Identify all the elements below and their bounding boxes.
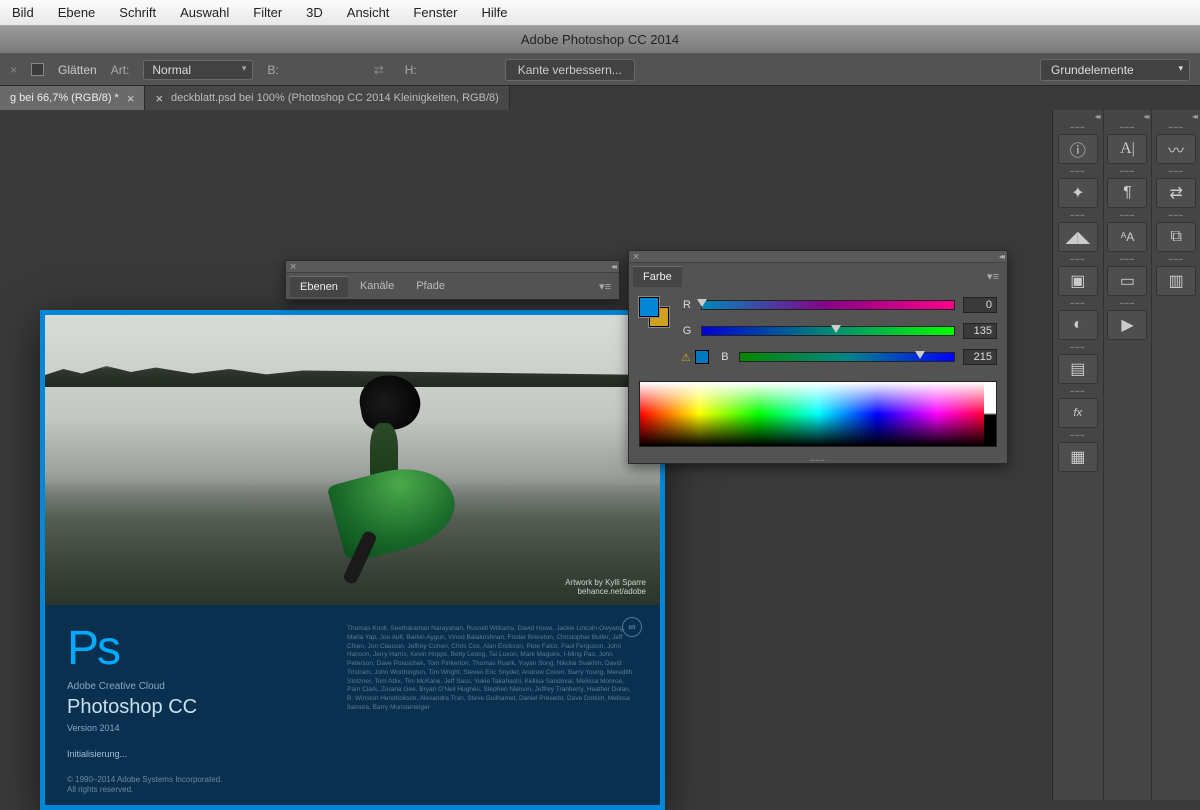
document-tab-1[interactable]: g bei 66,7% (RGB/8) * ×	[0, 86, 145, 110]
g-value[interactable]: 135	[963, 323, 997, 339]
splash-ps-logo: Ps	[67, 625, 317, 673]
brushes-panel-icon[interactable]: 〰	[1156, 134, 1196, 164]
adjustments-panel-icon[interactable]: ◐	[1058, 310, 1098, 340]
close-icon[interactable]: ×	[290, 261, 296, 273]
menu-auswahl[interactable]: Auswahl	[180, 5, 229, 20]
splash-product-name: Photoshop CC	[67, 696, 317, 719]
close-icon[interactable]: ×	[127, 91, 135, 106]
styles-panel-icon[interactable]: fx	[1058, 398, 1098, 428]
app-titlebar: Adobe Photoshop CC 2014	[0, 26, 1200, 54]
app-title: Adobe Photoshop CC 2014	[521, 32, 679, 47]
navigator-panel-icon[interactable]: ✦	[1058, 178, 1098, 208]
menu-fenster[interactable]: Fenster	[413, 5, 457, 20]
tab-farbe[interactable]: Farbe	[633, 266, 682, 287]
menu-bild[interactable]: Bild	[12, 5, 34, 20]
gamut-warning-icon[interactable]: ⚠	[681, 351, 691, 364]
tab-kanaele[interactable]: Kanäle	[350, 276, 404, 296]
tab-ebenen[interactable]: Ebenen	[290, 276, 348, 297]
artwork-credit-1: Artwork by Kylli Sparre	[565, 578, 646, 588]
splash-screen: Artwork by Kylli Sparre behance.net/adob…	[40, 310, 665, 810]
canvas-area: Artwork by Kylli Sparre behance.net/adob…	[0, 110, 1050, 800]
collapse-icon[interactable]: ◂◂	[611, 262, 615, 271]
menu-filter[interactable]: Filter	[253, 5, 282, 20]
glyphs-panel-icon[interactable]: ᴬA	[1107, 222, 1147, 252]
timeline-panel-icon[interactable]: ▥	[1156, 266, 1196, 296]
layers-panel-icon[interactable]: ▭	[1107, 266, 1147, 296]
artwork-credit-2: behance.net/adobe	[565, 587, 646, 597]
splash-credits: Thomas Knoll, Seetharaman Narayanan, Rus…	[347, 625, 637, 785]
close-icon[interactable]: ×	[633, 251, 639, 263]
menu-schrift[interactable]: Schrift	[119, 5, 156, 20]
r-value[interactable]: 0	[963, 297, 997, 313]
splash-cloud-label: Adobe Creative Cloud	[67, 681, 317, 692]
width-label: B:	[267, 63, 278, 77]
gamut-swatch[interactable]	[695, 350, 709, 364]
panel-resize-grip[interactable]	[629, 455, 1007, 463]
menu-hilfe[interactable]: Hilfe	[482, 5, 508, 20]
os-menubar: Bild Ebene Schrift Auswahl Filter 3D Ans…	[0, 0, 1200, 26]
menu-ansicht[interactable]: Ansicht	[347, 5, 390, 20]
antialias-checkbox[interactable]	[31, 63, 44, 76]
height-label: H:	[405, 63, 417, 77]
splash-status: Initialisierung...	[67, 749, 317, 759]
expand-icon[interactable]: ◂◂	[1053, 112, 1103, 124]
color-spectrum[interactable]	[639, 381, 997, 447]
tab-pfade[interactable]: Pfade	[406, 276, 455, 296]
paragraph-panel-icon[interactable]: ¶	[1107, 178, 1147, 208]
actions-panel-icon[interactable]: ▶	[1107, 310, 1147, 340]
swatches-panel-icon[interactable]: ▦	[1058, 442, 1098, 472]
options-bar: × Glätten Art: Normal B: ⇄ H: Kante verb…	[0, 54, 1200, 86]
brush-presets-panel-icon[interactable]: ⇄	[1156, 178, 1196, 208]
b-slider[interactable]	[739, 352, 955, 362]
color-swatches[interactable]	[639, 297, 669, 327]
g-slider[interactable]	[701, 326, 955, 336]
r-slider[interactable]	[701, 300, 955, 310]
layers-panel-titlebar[interactable]: × ◂◂	[286, 261, 619, 273]
art-label: Art:	[111, 63, 130, 77]
b-value[interactable]: 215	[963, 349, 997, 365]
menu-3d[interactable]: 3D	[306, 5, 323, 20]
creative-cloud-badge-icon: ∞	[622, 617, 642, 637]
panel-menu-icon[interactable]: ▾≡	[987, 270, 1003, 283]
splash-version: Version 2014	[67, 723, 317, 733]
document-tabs: g bei 66,7% (RGB/8) * × × deckblatt.psd …	[0, 86, 1200, 110]
3d-panel-icon[interactable]: ▣	[1058, 266, 1098, 296]
clone-source-panel-icon[interactable]: ⧉	[1156, 222, 1196, 252]
splash-copyright-2: All rights reserved.	[67, 785, 317, 795]
document-tab-2-label: deckblatt.psd bei 100% (Photoshop CC 201…	[171, 92, 499, 104]
swap-dimensions-icon[interactable]: ⇄	[367, 61, 391, 79]
color-panel-titlebar[interactable]: × ◂◂	[629, 251, 1007, 263]
splash-copyright-1: © 1990–2014 Adobe Systems Incorporated.	[67, 775, 317, 785]
document-tab-2[interactable]: × deckblatt.psd bei 100% (Photoshop CC 2…	[145, 86, 509, 110]
character-panel-icon[interactable]: A|	[1107, 134, 1147, 164]
properties-panel-icon[interactable]: ▤	[1058, 354, 1098, 384]
color-panel[interactable]: × ◂◂ Farbe ▾≡ R 0 G 135	[628, 250, 1008, 464]
art-dropdown[interactable]: Normal	[143, 60, 253, 80]
right-dock: ◂◂ ⓘ ✦ ◢◣ ▣ ◐ ▤ fx ▦ ◂◂ A| ¶ ᴬA ▭ ▶ ◂◂ 〰…	[1052, 110, 1200, 800]
expand-icon[interactable]: ◂◂	[1152, 112, 1200, 124]
menu-ebene[interactable]: Ebene	[58, 5, 96, 20]
g-label: G	[681, 325, 693, 337]
workspace-dropdown[interactable]: Grundelemente	[1040, 59, 1190, 81]
close-icon[interactable]: ×	[155, 91, 163, 106]
refine-edge-button[interactable]: Kante verbessern...	[505, 59, 635, 81]
antialias-label: Glätten	[58, 63, 97, 77]
layers-panel[interactable]: × ◂◂ Ebenen Kanäle Pfade ▾≡	[285, 260, 620, 300]
foreground-swatch[interactable]	[639, 297, 659, 317]
expand-icon[interactable]: ◂◂	[1104, 112, 1152, 124]
splash-artwork: Artwork by Kylli Sparre behance.net/adob…	[45, 315, 660, 605]
r-label: R	[681, 299, 693, 311]
info-panel-icon[interactable]: ⓘ	[1058, 134, 1098, 164]
collapse-icon[interactable]: ◂◂	[999, 252, 1003, 261]
b-label: B	[719, 351, 731, 363]
histogram-panel-icon[interactable]: ◢◣	[1058, 222, 1098, 252]
panel-menu-icon[interactable]: ▾≡	[599, 280, 615, 293]
document-tab-1-label: g bei 66,7% (RGB/8) *	[10, 92, 119, 104]
